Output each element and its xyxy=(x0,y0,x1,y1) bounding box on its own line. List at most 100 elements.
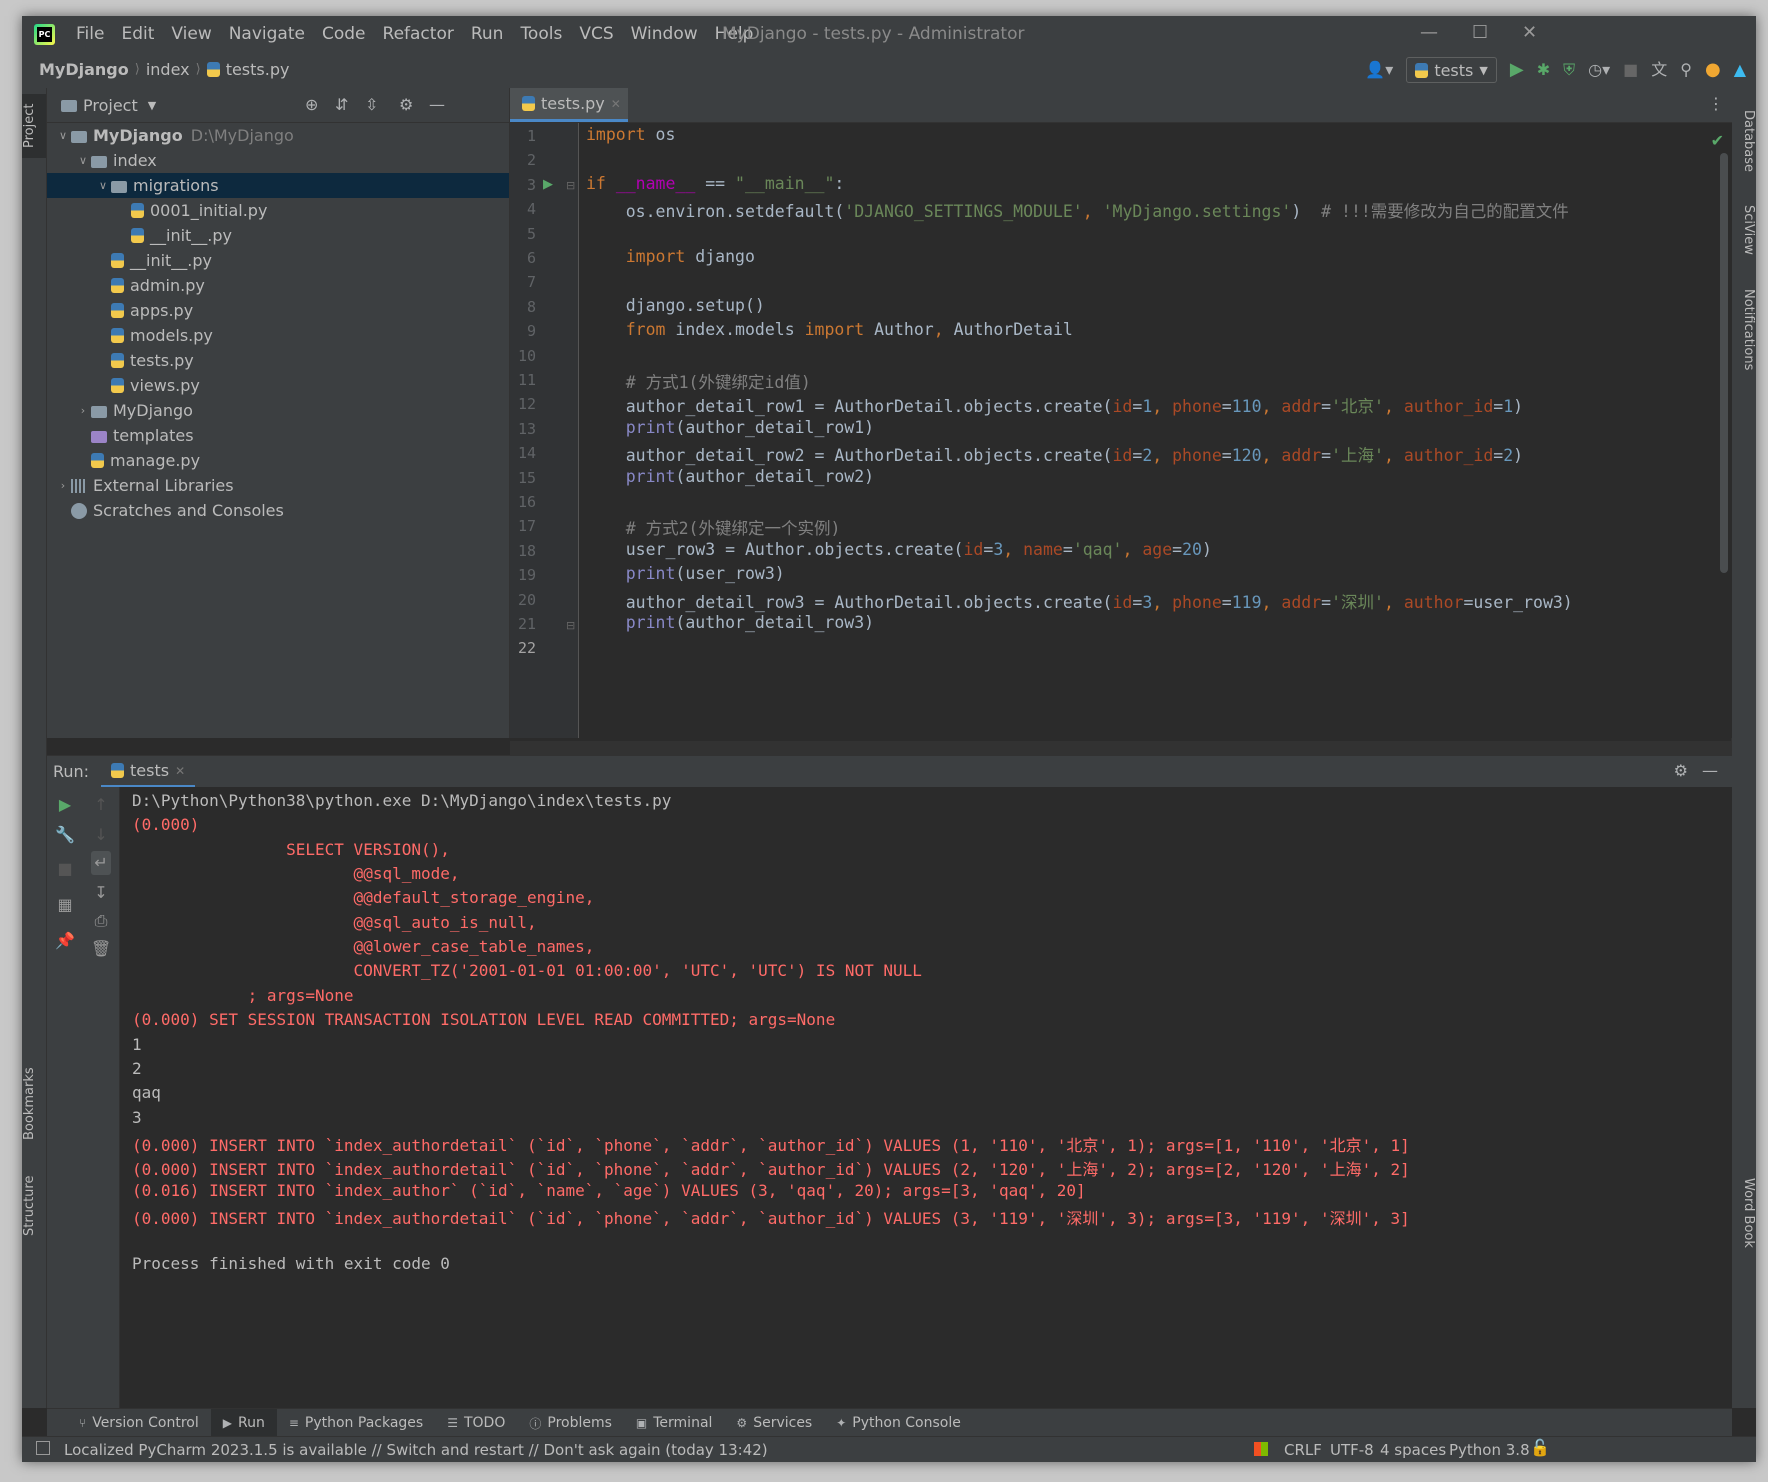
profile-icon[interactable]: ◷▾ xyxy=(1588,62,1610,78)
tree-item[interactable]: › External Libraries xyxy=(47,473,509,498)
expand-all-icon[interactable]: ⇵ xyxy=(335,97,348,113)
breadcrumb-folder[interactable]: index xyxy=(146,60,190,79)
fold-icon[interactable]: ⊟ xyxy=(566,619,575,632)
gear-icon[interactable]: ⚙ xyxy=(1674,763,1688,779)
project-panel-title[interactable]: Project xyxy=(83,96,138,115)
collapse-all-icon[interactable]: ⇳ xyxy=(365,97,378,113)
breadcrumb-file[interactable]: tests.py xyxy=(226,60,290,79)
lock-icon[interactable]: 🔓 xyxy=(1530,1440,1550,1456)
editor-tab-tests[interactable]: tests.py ✕ xyxy=(510,88,628,122)
close-icon[interactable]: ✕ xyxy=(1522,22,1537,43)
tree-item[interactable]: __init__.py xyxy=(47,223,509,248)
tool-tab-services[interactable]: ⚙ Services xyxy=(724,1409,824,1437)
panel-toggle-icon[interactable] xyxy=(36,1441,50,1455)
soft-wrap-icon[interactable]: ↵ xyxy=(91,851,111,875)
chevron-right-icon[interactable]: › xyxy=(55,479,71,492)
wrench-icon[interactable]: 🔧 xyxy=(55,825,75,844)
hide-icon[interactable]: — xyxy=(429,97,445,113)
run-gutter-icon[interactable]: ▶ xyxy=(543,177,553,192)
line-separator[interactable]: CRLF xyxy=(1284,1441,1322,1459)
hide-icon[interactable]: — xyxy=(1702,763,1718,779)
tree-item[interactable]: __init__.py xyxy=(47,248,509,273)
coverage-icon[interactable]: ⛨ xyxy=(1563,62,1575,78)
menu-view[interactable]: View xyxy=(171,24,211,44)
print-icon[interactable]: ⎙ xyxy=(91,911,111,931)
tree-item[interactable]: manage.py xyxy=(47,448,509,473)
translate-icon[interactable]: 文 xyxy=(1651,62,1667,78)
plugin-icon[interactable]: ▲ xyxy=(1734,62,1746,78)
trash-icon[interactable]: 🗑 xyxy=(91,939,111,958)
tree-item[interactable]: templates xyxy=(47,423,509,448)
minimize-icon[interactable]: — xyxy=(1420,22,1438,43)
chevron-down-icon[interactable]: ∨ xyxy=(55,129,71,142)
update-icon[interactable]: ● xyxy=(1705,61,1721,79)
close-tab-icon[interactable]: ✕ xyxy=(175,764,185,778)
menu-edit[interactable]: Edit xyxy=(121,24,154,44)
chevron-down-icon[interactable]: ∨ xyxy=(95,179,111,192)
more-icon[interactable]: ⋮ xyxy=(1708,96,1724,112)
bookmarks-tool-tab[interactable]: Bookmarks xyxy=(22,1064,46,1144)
tree-item[interactable]: models.py xyxy=(47,323,509,348)
project-tool-tab[interactable]: Project xyxy=(22,94,46,158)
user-icon[interactable]: 👤▾ xyxy=(1365,62,1393,78)
file-encoding[interactable]: UTF-8 xyxy=(1330,1441,1374,1459)
arrow-up-icon[interactable]: ↑ xyxy=(91,795,111,814)
maximize-icon[interactable]: ☐ xyxy=(1472,22,1488,43)
menu-tools[interactable]: Tools xyxy=(520,24,562,44)
tree-item[interactable]: views.py xyxy=(47,373,509,398)
pin-icon[interactable]: 📌 xyxy=(55,931,75,950)
run-config-select[interactable]: tests ▼ xyxy=(1406,57,1497,83)
notifications-tool-tab[interactable]: Notifications xyxy=(1732,284,1756,376)
chevron-right-icon[interactable]: › xyxy=(75,404,91,417)
chevron-down-icon[interactable]: ▼ xyxy=(148,99,156,112)
tool-tab-run[interactable]: ▶ Run xyxy=(210,1409,277,1437)
debug-icon[interactable]: ✱ xyxy=(1537,62,1550,78)
tool-tab-python-console[interactable]: ✦ Python Console xyxy=(824,1409,973,1437)
wordbook-tool-tab[interactable]: Word Book xyxy=(1732,1168,1756,1258)
tree-item[interactable]: 0001_initial.py xyxy=(47,198,509,223)
tool-tab-todo[interactable]: ☰ TODO xyxy=(435,1409,517,1437)
chevron-down-icon[interactable]: ∨ xyxy=(75,154,91,167)
tree-item[interactable]: ∨ migrations xyxy=(47,173,509,198)
search-icon[interactable]: ⚲ xyxy=(1680,62,1692,78)
tree-item[interactable]: ∨ index xyxy=(47,148,509,173)
menu-code[interactable]: Code xyxy=(322,24,366,44)
tool-tab-terminal[interactable]: ▣ Terminal xyxy=(624,1409,725,1437)
indent-setting[interactable]: 4 spaces xyxy=(1380,1441,1446,1459)
menu-file[interactable]: File xyxy=(76,24,104,44)
structure-tool-tab[interactable]: Structure xyxy=(22,1168,46,1244)
arrow-down-icon[interactable]: ↓ xyxy=(91,825,111,844)
tool-tab-python-packages[interactable]: ≡ Python Packages xyxy=(277,1409,435,1437)
rerun-icon[interactable]: ▶ xyxy=(55,795,75,814)
run-icon[interactable]: ▶ xyxy=(1510,61,1524,79)
menu-vcs[interactable]: VCS xyxy=(579,24,613,44)
database-tool-tab[interactable]: Database xyxy=(1732,104,1756,178)
stop-icon[interactable]: ■ xyxy=(55,859,75,878)
code-editor[interactable]: ▶ ⊟ ⊟ 1 2 3 4 5 6 7 8 9 10 11 12 13 14 15 16 17 18 19 20 21 2… xyxy=(510,123,1732,765)
menu-refactor[interactable]: Refactor xyxy=(383,24,454,44)
tree-item[interactable]: tests.py xyxy=(47,348,509,373)
locate-icon[interactable]: ⊕ xyxy=(305,97,318,113)
tree-item[interactable]: › MyDjango xyxy=(47,398,509,423)
python-interpreter[interactable]: Python 3.8 xyxy=(1449,1441,1530,1459)
tree-item[interactable]: ∨ MyDjango D:\MyDjango xyxy=(47,123,509,148)
menu-run[interactable]: Run xyxy=(471,24,504,44)
tree-item[interactable]: apps.py xyxy=(47,298,509,323)
tool-tab-version-control[interactable]: ⑂ Version Control xyxy=(67,1409,211,1437)
run-console[interactable]: D:\Python\Python38\python.exe D:\MyDjang… xyxy=(120,787,1732,1408)
run-tab-tests[interactable]: tests ✕ xyxy=(101,756,196,788)
sciview-tool-tab[interactable]: SciView xyxy=(1732,198,1756,262)
status-message[interactable]: Localized PyCharm 2023.1.5 is available … xyxy=(64,1441,768,1459)
tree-item[interactable]: admin.py xyxy=(47,273,509,298)
close-tab-icon[interactable]: ✕ xyxy=(611,97,621,111)
fold-icon[interactable]: ⊟ xyxy=(566,179,575,192)
breadcrumb-project[interactable]: MyDjango xyxy=(39,60,129,79)
gear-icon[interactable]: ⚙ xyxy=(399,97,413,113)
tree-item[interactable]: Scratches and Consoles xyxy=(47,498,509,523)
scroll-to-end-icon[interactable]: ↧ xyxy=(91,883,111,902)
tool-tab-problems[interactable]: ⓘ Problems xyxy=(517,1409,624,1437)
editor-scrollbar[interactable] xyxy=(1720,153,1728,573)
layout-icon[interactable]: ▦ xyxy=(55,895,75,914)
menu-window[interactable]: Window xyxy=(631,24,698,44)
stop-icon[interactable]: ■ xyxy=(1623,62,1638,78)
